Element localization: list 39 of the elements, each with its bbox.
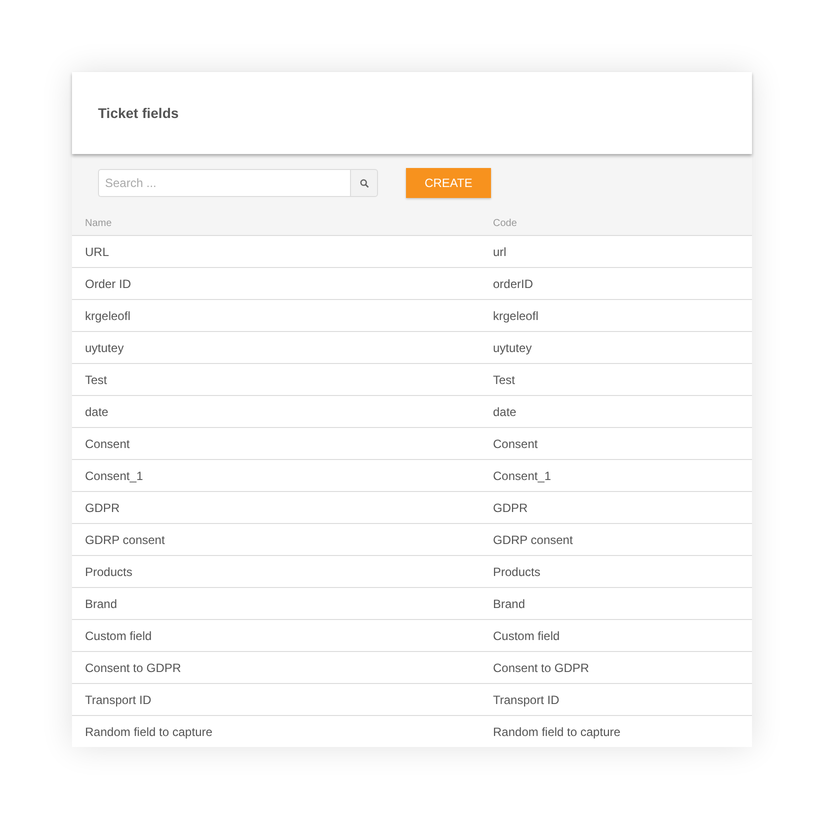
table-cell-text: Brand <box>84 596 118 610</box>
table-cell-text: Consent to GDPR <box>492 660 590 674</box>
table-cell-text: Custom field <box>84 628 153 642</box>
search-icon <box>360 178 368 188</box>
table-cell-text: Products <box>84 564 134 578</box>
table-cell-text: Random field to capture <box>492 724 622 738</box>
table-cell-text: Brand <box>492 596 526 610</box>
page-title: Ticket fields <box>98 105 179 121</box>
table-cell-text: Custom field <box>492 628 561 642</box>
table-cell-text: Consent to GDPR <box>84 660 182 674</box>
table-cell-text: GDRP consent <box>492 532 574 546</box>
table-cell-text: Transport ID <box>84 692 152 706</box>
table-cell-text: Order ID <box>84 276 132 290</box>
table-cell-text: Consent <box>492 436 539 450</box>
table-cell-text: Random field to capture <box>84 724 214 738</box>
table-cell-text: Transport ID <box>492 692 560 706</box>
table-cell-text: krgeleofl <box>84 308 132 322</box>
table-cell-text: date <box>84 404 110 418</box>
table-cell-text: date <box>492 404 518 418</box>
search-button[interactable] <box>350 169 378 197</box>
table-cell-text: uytutey <box>492 340 533 354</box>
table-cell-text: Test <box>84 372 108 386</box>
column-header: Name <box>84 218 113 229</box>
table-cell-text: Consent_1 <box>84 468 144 482</box>
table-cell-text: GDPR <box>84 500 121 514</box>
table-cell-text: GDRP consent <box>84 532 166 546</box>
table-cell-text: Consent <box>84 436 131 450</box>
table-cell-text: Products <box>492 564 542 578</box>
table-cell-text: uytutey <box>84 340 125 354</box>
search-field[interactable]: Search ... <box>98 169 350 197</box>
create-button[interactable]: CREATE <box>406 168 491 198</box>
table-cell-text: krgeleofl <box>492 308 540 322</box>
table-cell-text: Test <box>492 372 516 386</box>
table-cell-text: url <box>492 244 508 258</box>
table-cell-text: GDPR <box>492 500 529 514</box>
table-cell-text: URL <box>84 244 110 258</box>
table-cell-text: Consent_1 <box>492 468 552 482</box>
table-cell-text: orderID <box>492 276 534 290</box>
column-header: Code <box>492 218 518 229</box>
